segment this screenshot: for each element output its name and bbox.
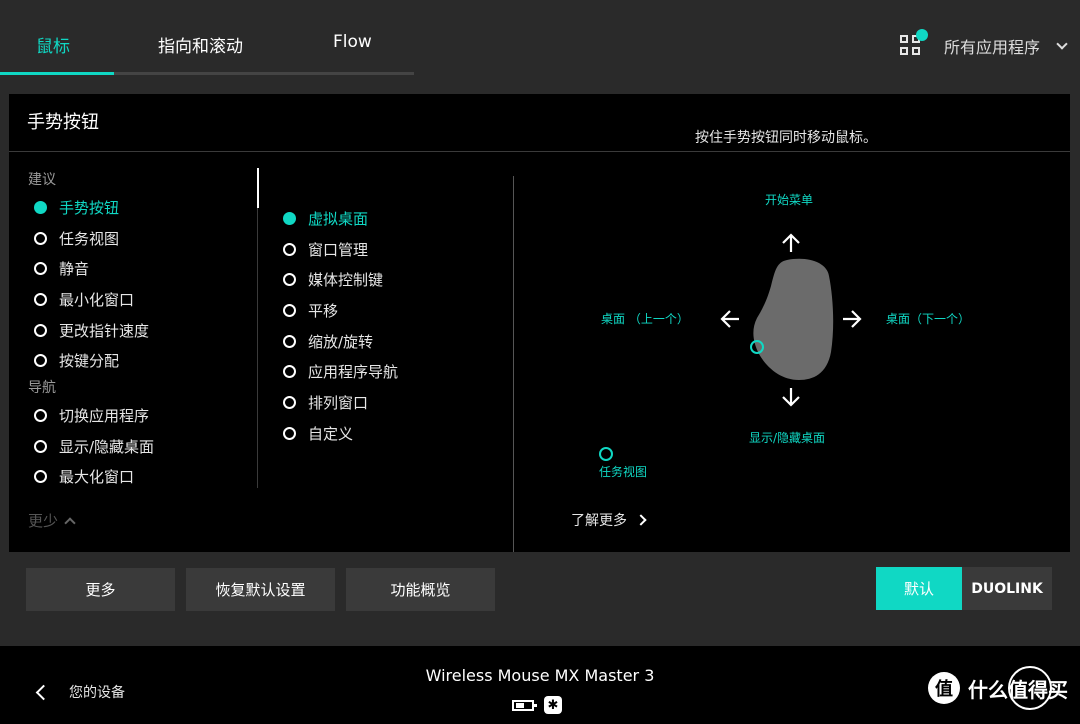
gesture-down-label: 显示/隐藏桌面 <box>749 431 826 445</box>
chevron-down-icon <box>1056 38 1068 50</box>
bluetooth-icon: ✱ <box>544 696 562 714</box>
learn-more-label: 了解更多 <box>571 513 627 529</box>
chevron-up-icon <box>64 516 76 529</box>
list-item[interactable]: 最小化窗口 <box>28 284 268 315</box>
back-label: 您的设备 <box>69 685 125 701</box>
back-button[interactable]: 您的设备 <box>35 682 125 702</box>
gesture-click-label: 任务视图 <box>599 465 648 479</box>
click-indicator-icon <box>599 447 613 461</box>
radio-icon <box>34 408 47 422</box>
radio-icon <box>283 242 296 256</box>
arrow-up-icon <box>780 232 802 254</box>
scroll-indicator[interactable] <box>257 168 259 208</box>
column-divider <box>513 176 514 552</box>
list-item[interactable]: 缩放/旋转 <box>277 326 507 357</box>
tab-flow[interactable]: Flow <box>333 32 372 52</box>
watermark-logo-icon: 值 <box>928 672 960 704</box>
learn-more-link[interactable]: 了解更多 <box>571 510 647 530</box>
group-label-navigation: 导航 <box>28 380 56 397</box>
mouse-illustration <box>747 256 837 386</box>
list-item[interactable]: 窗口管理 <box>277 234 507 265</box>
tab-active-indicator <box>0 72 114 75</box>
radio-icon <box>34 323 47 337</box>
radio-selected-icon <box>283 211 296 225</box>
tab-point-scroll[interactable]: 指向和滚动 <box>158 32 243 57</box>
radio-icon <box>34 354 47 368</box>
notification-dot <box>915 29 928 41</box>
list-item[interactable]: 应用程序导航 <box>277 356 507 387</box>
radio-icon <box>283 303 296 317</box>
gesture-right-label: 桌面（下一个） <box>886 312 971 326</box>
top-nav: 鼠标 指向和滚动 Flow 所有应用程序 <box>0 0 1080 76</box>
radio-icon <box>34 439 47 453</box>
restore-defaults-button[interactable]: 恢复默认设置 <box>186 568 335 611</box>
duolink-button[interactable]: DUOLINK <box>962 567 1052 610</box>
column-divider <box>257 168 258 488</box>
list-item[interactable]: 自定义 <box>277 418 507 449</box>
radio-icon <box>283 426 296 440</box>
list-item[interactable]: 最大化窗口 <box>28 462 268 493</box>
list-item[interactable]: 排列窗口 <box>277 387 507 418</box>
tab-mouse[interactable]: 鼠标 <box>36 32 70 57</box>
radio-icon <box>283 334 296 348</box>
show-less-button[interactable]: 更少 <box>28 510 76 531</box>
radio-icon <box>34 470 47 484</box>
list-item[interactable]: 按键分配 <box>28 345 268 376</box>
list-item[interactable]: 切换应用程序 <box>28 400 268 431</box>
list-item[interactable]: 虚拟桌面 <box>277 203 507 234</box>
default-button[interactable]: 默认 <box>876 567 962 610</box>
panel-title: 手势按钮 <box>27 112 99 133</box>
watermark: 值 什么值得买 <box>928 672 1068 704</box>
battery-icon <box>512 699 537 711</box>
list-item[interactable]: 媒体控制键 <box>277 264 507 295</box>
watermark-text: 什么值得买 <box>968 677 1068 702</box>
action-list: 建议 手势按钮 任务视图 静音 最小化窗口 更改指针速度 按键分配 导航 切换应… <box>28 168 268 492</box>
panel-hint: 按住手势按钮同时移动鼠标。 <box>695 130 877 146</box>
radio-icon <box>283 273 296 287</box>
radio-icon <box>283 395 296 409</box>
list-item[interactable]: 平移 <box>277 295 507 326</box>
gesture-left-label: 桌面 （上一个） <box>601 312 689 326</box>
divider <box>9 151 1070 152</box>
footer-bar: 您的设备 Wireless Mouse MX Master 3 ✱ 值 什么值得… <box>0 646 1080 724</box>
list-item[interactable]: 静音 <box>28 253 268 284</box>
gesture-panel: 手势按钮 按住手势按钮同时移动鼠标。 建议 手势按钮 任务视图 静音 最小化窗口… <box>9 94 1070 552</box>
list-item[interactable]: 显示/隐藏桌面 <box>28 431 268 462</box>
app-selector[interactable]: 所有应用程序 <box>899 29 1068 58</box>
radio-icon <box>34 231 47 245</box>
list-item[interactable]: 任务视图 <box>28 223 268 254</box>
show-less-label: 更少 <box>28 512 59 530</box>
more-button[interactable]: 更多 <box>26 568 175 611</box>
option-list: 虚拟桌面 窗口管理 媒体控制键 平移 缩放/旋转 应用程序导航 排列窗口 自定义 <box>277 203 507 449</box>
gesture-button-indicator-icon <box>750 340 764 354</box>
radio-icon <box>34 292 47 306</box>
app-selector-label: 所有应用程序 <box>943 38 1040 57</box>
group-label-suggested: 建议 <box>28 172 56 188</box>
arrow-down-icon <box>780 386 802 408</box>
list-item[interactable]: 更改指针速度 <box>28 315 268 346</box>
chevron-left-icon <box>35 684 52 700</box>
list-item[interactable]: 手势按钮 <box>28 192 268 223</box>
device-status: ✱ <box>512 696 562 714</box>
radio-icon <box>34 262 47 276</box>
apps-grid-icon <box>899 29 928 57</box>
chevron-right-icon <box>635 514 647 526</box>
feature-overview-button[interactable]: 功能概览 <box>346 568 495 611</box>
radio-icon <box>283 365 296 379</box>
arrow-left-icon <box>719 308 741 330</box>
arrow-right-icon <box>841 308 863 330</box>
gesture-up-label: 开始菜单 <box>765 193 814 207</box>
radio-selected-icon <box>34 200 47 214</box>
device-name: Wireless Mouse MX Master 3 <box>425 666 655 685</box>
